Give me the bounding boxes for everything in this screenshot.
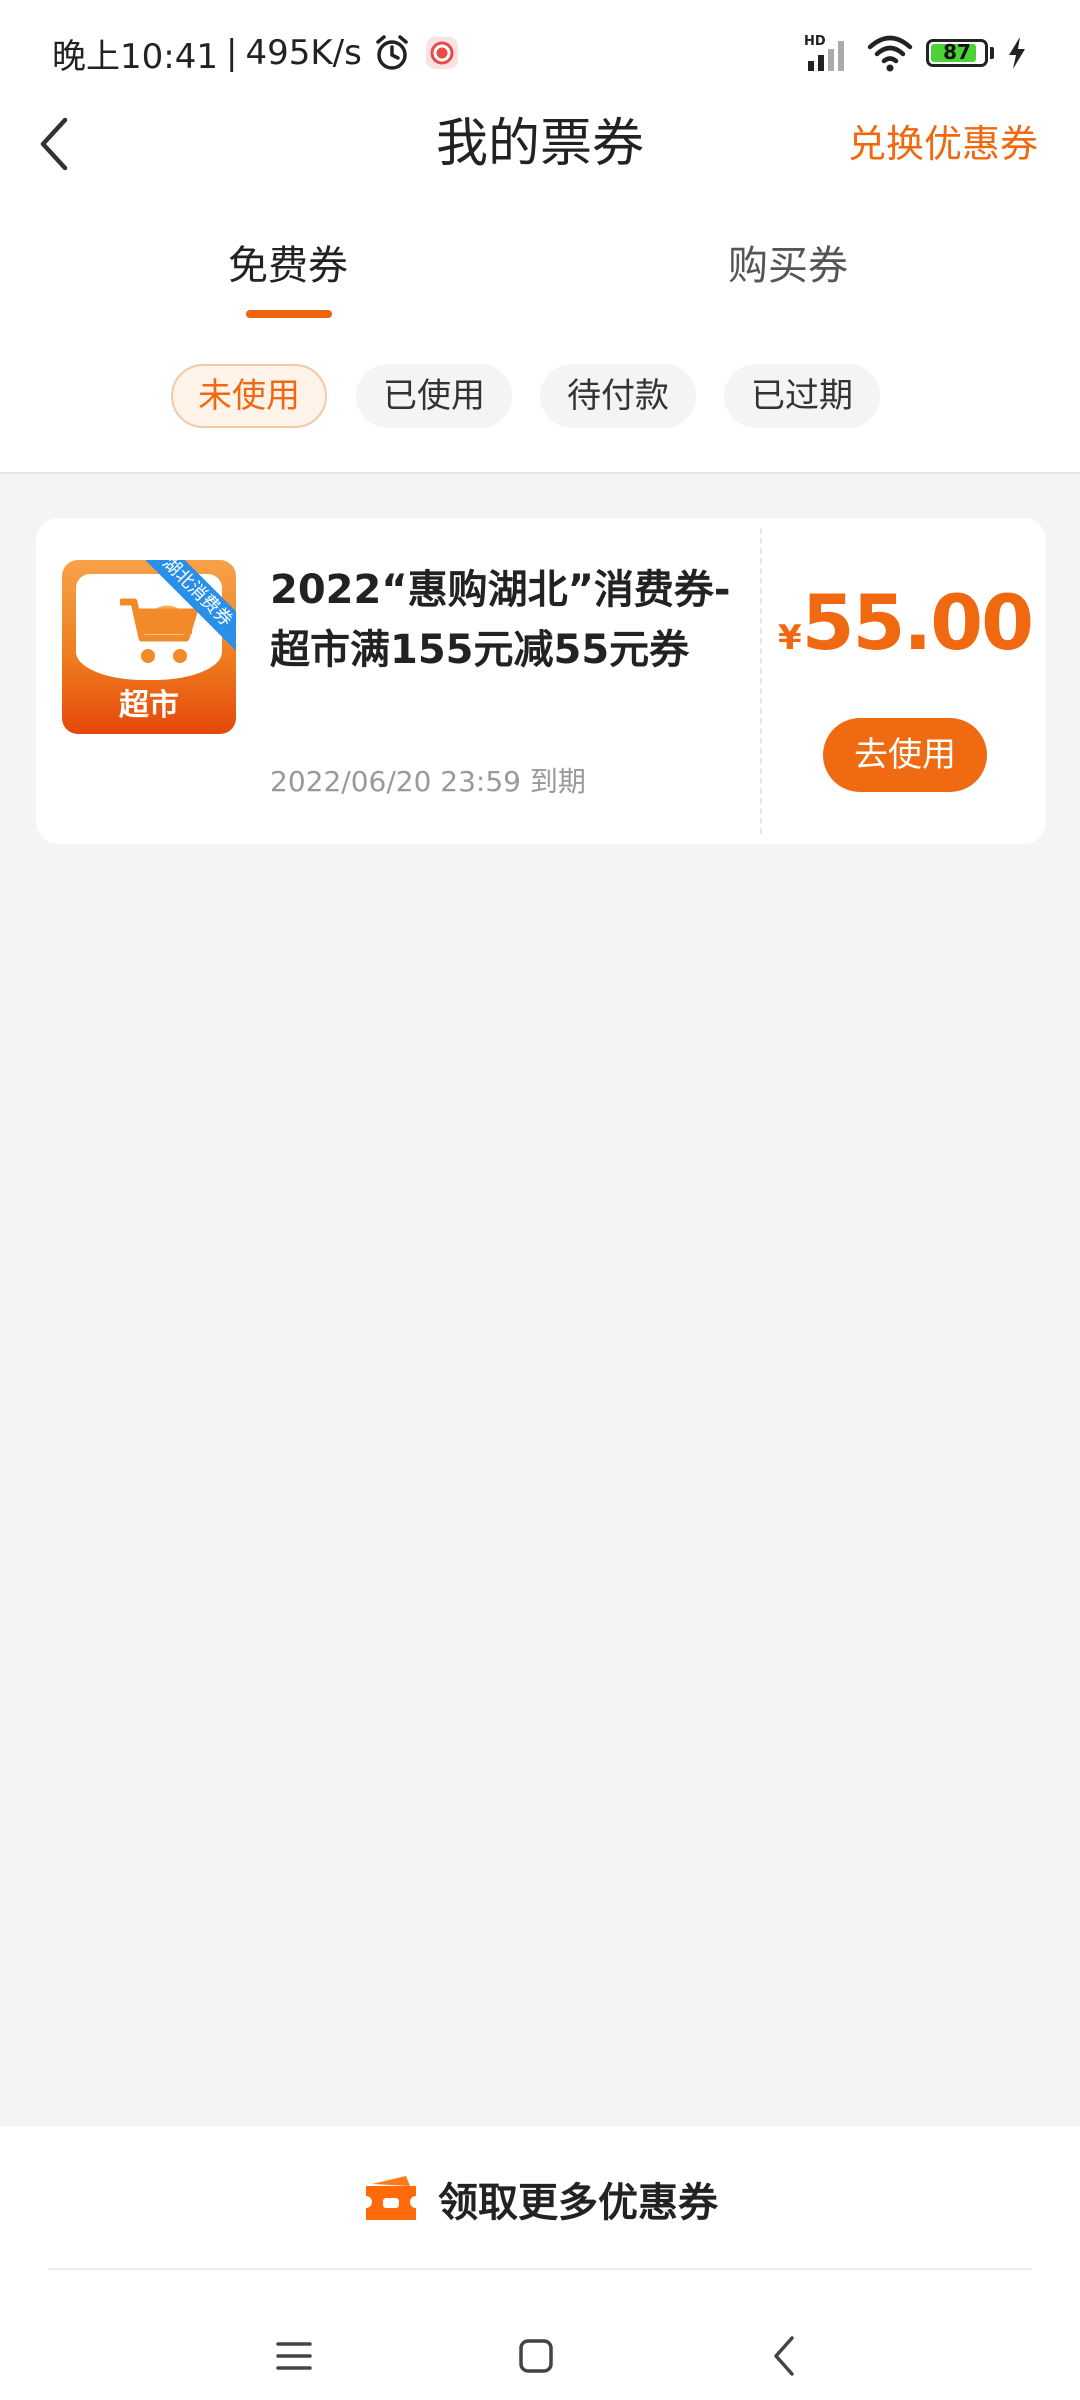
battery-icon: 87 bbox=[926, 39, 988, 67]
coupon-expiry: 2022/06/20 23:59 到期 bbox=[270, 765, 586, 798]
use-coupon-button[interactable]: 去使用 bbox=[823, 718, 987, 792]
home-nav-button[interactable] bbox=[496, 2316, 576, 2396]
status-bar-left: 晚上10:41 | 495K/s bbox=[52, 30, 462, 77]
redeem-coupon-button[interactable]: 兑换优惠券 bbox=[848, 114, 1038, 174]
network-speed: 495K/s bbox=[245, 33, 362, 73]
filter-expired[interactable]: 已过期 bbox=[724, 364, 880, 428]
filter-used[interactable]: 已使用 bbox=[356, 364, 512, 428]
menu-icon bbox=[276, 2342, 312, 2370]
menu-nav-button[interactable] bbox=[254, 2316, 334, 2396]
hd-signal-icon: HD bbox=[804, 34, 844, 71]
bottom-bar: 领取更多优惠券 bbox=[0, 2126, 1080, 2400]
filter-unused[interactable]: 未使用 bbox=[171, 364, 327, 428]
status-bar-right: HD 87 bbox=[802, 28, 1028, 78]
svg-text:HD: HD bbox=[804, 34, 826, 49]
logo-label: 超市 bbox=[119, 688, 179, 723]
tab-free-coupons[interactable]: 免费券 bbox=[138, 236, 438, 296]
coupon-title: 2022“惠购湖北”消费券-超市满155元减55元券 bbox=[270, 567, 731, 673]
coupon-card[interactable]: 湖北消费券 超市 2022“惠购湖北”消费券-超市满155元减55元券 2022… bbox=[36, 518, 1046, 844]
wifi-icon bbox=[867, 35, 913, 72]
coupon-ticket-icon bbox=[366, 2176, 416, 2220]
battery-tip bbox=[990, 47, 994, 59]
currency-symbol: ¥ bbox=[777, 618, 802, 658]
status-separator: | bbox=[225, 33, 238, 73]
supermarket-logo: 湖北消费券 超市 bbox=[62, 560, 236, 734]
square-home-icon bbox=[519, 2339, 553, 2373]
back-nav-button[interactable] bbox=[744, 2316, 824, 2396]
filter-pending-payment[interactable]: 待付款 bbox=[540, 364, 696, 428]
active-tab-indicator bbox=[246, 310, 332, 318]
get-more-coupons-label: 领取更多优惠券 bbox=[438, 2180, 718, 2226]
coupon-divider bbox=[760, 528, 762, 834]
get-more-coupons-button[interactable]: 领取更多优惠券 bbox=[0, 2164, 1080, 2234]
charging-icon bbox=[1009, 37, 1025, 69]
record-icon bbox=[425, 37, 458, 69]
triangle-back-icon bbox=[774, 2336, 794, 2376]
status-time: 晚上10:41 bbox=[52, 36, 218, 77]
bottom-divider bbox=[48, 2268, 1032, 2270]
header-area: 晚上10:41 | 495K/s HD 87 我的票券 兑换优惠券 免费券 购买… bbox=[0, 0, 1080, 474]
alarm-icon bbox=[376, 35, 408, 70]
battery-level-text: 87 bbox=[943, 40, 971, 64]
coupon-price: ¥55.00 bbox=[764, 578, 1046, 667]
tab-purchased-coupons[interactable]: 购买券 bbox=[638, 236, 938, 296]
coupon-amount: 55.00 bbox=[801, 578, 1034, 667]
